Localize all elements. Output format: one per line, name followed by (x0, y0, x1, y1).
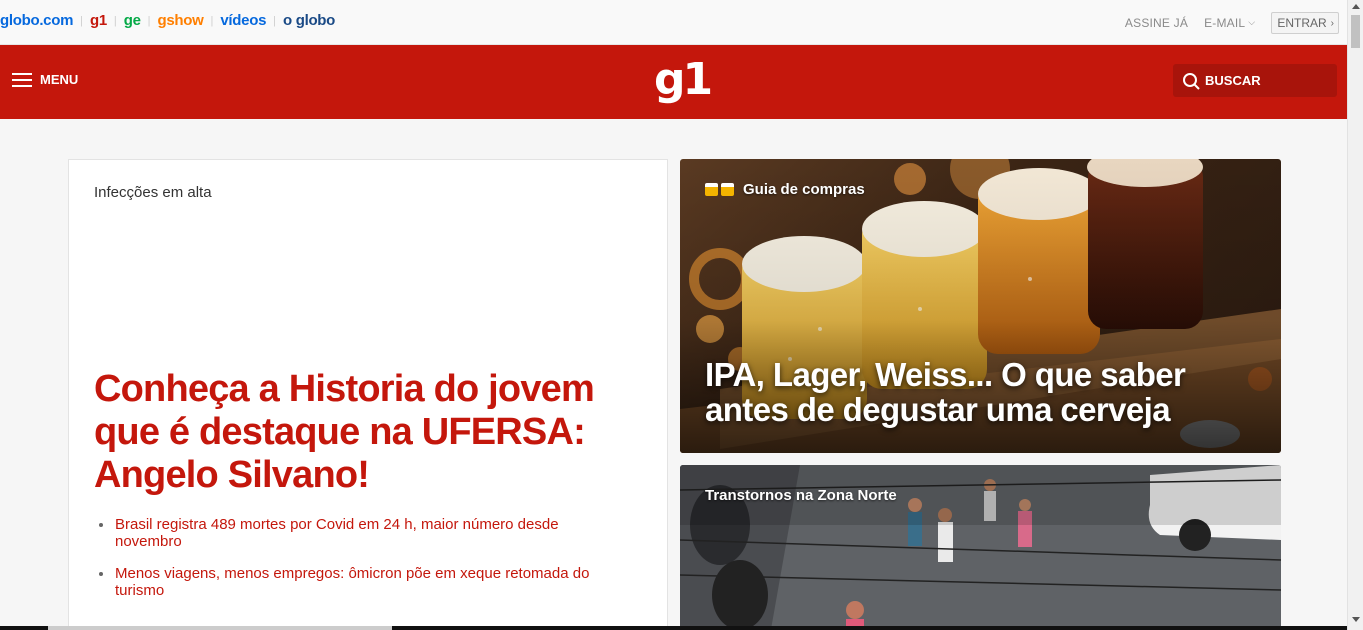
account-links: ASSINE JÁ E-MAIL ⌵ ENTRAR › (1125, 12, 1339, 34)
search-button[interactable]: BUSCAR (1173, 64, 1337, 97)
network-brands: globo.com | g1 | ge | gshow | vídeos | o… (0, 12, 335, 29)
email-label: E-MAIL (1204, 16, 1246, 30)
login-button[interactable]: ENTRAR › (1271, 12, 1339, 34)
brand-link-oglobo[interactable]: o globo (283, 12, 335, 29)
divider: | (113, 14, 117, 27)
feature-label-text: Transtornos na Zona Norte (705, 487, 897, 504)
related-link[interactable]: Brasil registra 489 mortes por Covid em … (99, 516, 609, 550)
bottom-edge-bar (0, 626, 1347, 630)
vertical-scrollbar[interactable] (1347, 0, 1363, 630)
hamburger-icon (12, 72, 32, 87)
divider: | (210, 14, 214, 27)
beer-mugs-icon (705, 183, 737, 196)
story-kicker: Infecções em alta (94, 184, 212, 201)
story-headline[interactable]: Conheça a Historia do jovem que é destaq… (94, 368, 634, 497)
related-link[interactable]: Menos viagens, menos empregos: ômicron p… (99, 565, 609, 599)
chevron-down-icon: ⌵ (1248, 16, 1256, 27)
feature-card-beer[interactable]: Guia de compras IPA, Lager, Weiss... O q… (680, 159, 1281, 453)
divider: | (273, 14, 276, 27)
search-label: BUSCAR (1205, 73, 1261, 88)
feature-card-street[interactable]: Transtornos na Zona Norte (680, 465, 1281, 630)
feature-title[interactable]: IPA, Lager, Weiss... O que saber antes d… (705, 357, 1225, 427)
brand-link-videos[interactable]: vídeos (220, 12, 266, 29)
brand-link-g1[interactable]: g1 (90, 12, 107, 29)
main-story-card[interactable]: Infecções em alta Conheça a Historia do … (68, 159, 668, 630)
scroll-down-arrow-icon[interactable] (1352, 617, 1360, 622)
feature-label: Guia de compras (705, 181, 865, 198)
scroll-thumb[interactable] (1351, 15, 1360, 48)
email-dropdown[interactable]: E-MAIL ⌵ (1204, 16, 1255, 30)
g1-logo[interactable]: g1 (654, 58, 713, 102)
divider: | (147, 14, 151, 27)
brand-link-gshow[interactable]: gshow (158, 12, 204, 29)
bottom-bar-segment (48, 626, 392, 630)
feature-label-text: Guia de compras (743, 181, 865, 198)
site-header: MENU g1 BUSCAR (0, 45, 1347, 119)
menu-button[interactable]: MENU (12, 72, 78, 87)
subscribe-link[interactable]: ASSINE JÁ (1125, 16, 1188, 30)
divider: | (80, 14, 83, 27)
brand-link-globocom[interactable]: globo.com (0, 12, 73, 29)
related-list: Brasil registra 489 mortes por Covid em … (99, 516, 609, 614)
feature-label: Transtornos na Zona Norte (705, 487, 897, 504)
brand-link-ge[interactable]: ge (124, 12, 141, 29)
login-label: ENTRAR (1277, 16, 1327, 30)
scroll-up-arrow-icon[interactable] (1352, 4, 1360, 9)
chevron-right-icon: › (1330, 17, 1334, 29)
globo-network-bar: globo.com | g1 | ge | gshow | vídeos | o… (0, 0, 1347, 45)
menu-label: MENU (40, 72, 79, 87)
search-icon (1183, 72, 1200, 90)
